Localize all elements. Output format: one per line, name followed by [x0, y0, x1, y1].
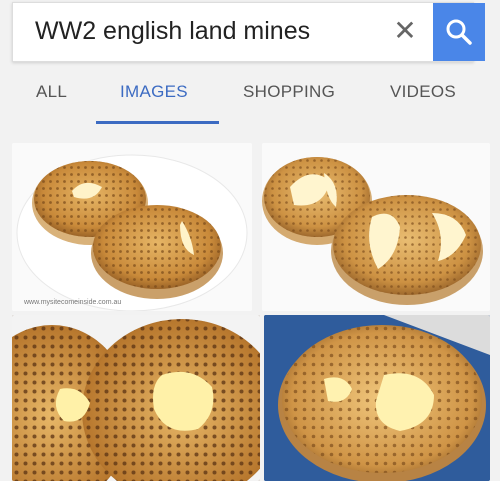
- tab-bar: ALL IMAGES SHOPPING VIDEOS: [0, 62, 500, 124]
- crumpets-image: [262, 157, 483, 305]
- tab-all[interactable]: ALL: [36, 82, 67, 102]
- active-tab-indicator: [96, 121, 219, 124]
- image-result[interactable]: [262, 143, 490, 311]
- clear-button[interactable]: ✕: [387, 13, 423, 49]
- crumpets-image: [16, 154, 248, 311]
- search-button[interactable]: [433, 3, 485, 61]
- image-result[interactable]: [264, 315, 490, 481]
- tab-images[interactable]: IMAGES: [120, 82, 188, 102]
- search-input[interactable]: WW2 english land mines: [35, 17, 310, 46]
- image-results-grid: www.mysitecomeinside.com.au: [0, 135, 500, 481]
- search-bar: WW2 english land mines ✕: [12, 2, 485, 62]
- search-icon: [446, 19, 472, 45]
- image-result[interactable]: [12, 315, 260, 481]
- image-result[interactable]: www.mysitecomeinside.com.au: [12, 143, 252, 311]
- crumpets-image: [12, 315, 260, 481]
- tab-videos[interactable]: VIDEOS: [390, 82, 456, 102]
- close-icon: ✕: [393, 15, 417, 46]
- crumpets-image: [264, 315, 490, 481]
- tab-shopping[interactable]: SHOPPING: [243, 82, 335, 102]
- image-source-caption: www.mysitecomeinside.com.au: [24, 299, 122, 306]
